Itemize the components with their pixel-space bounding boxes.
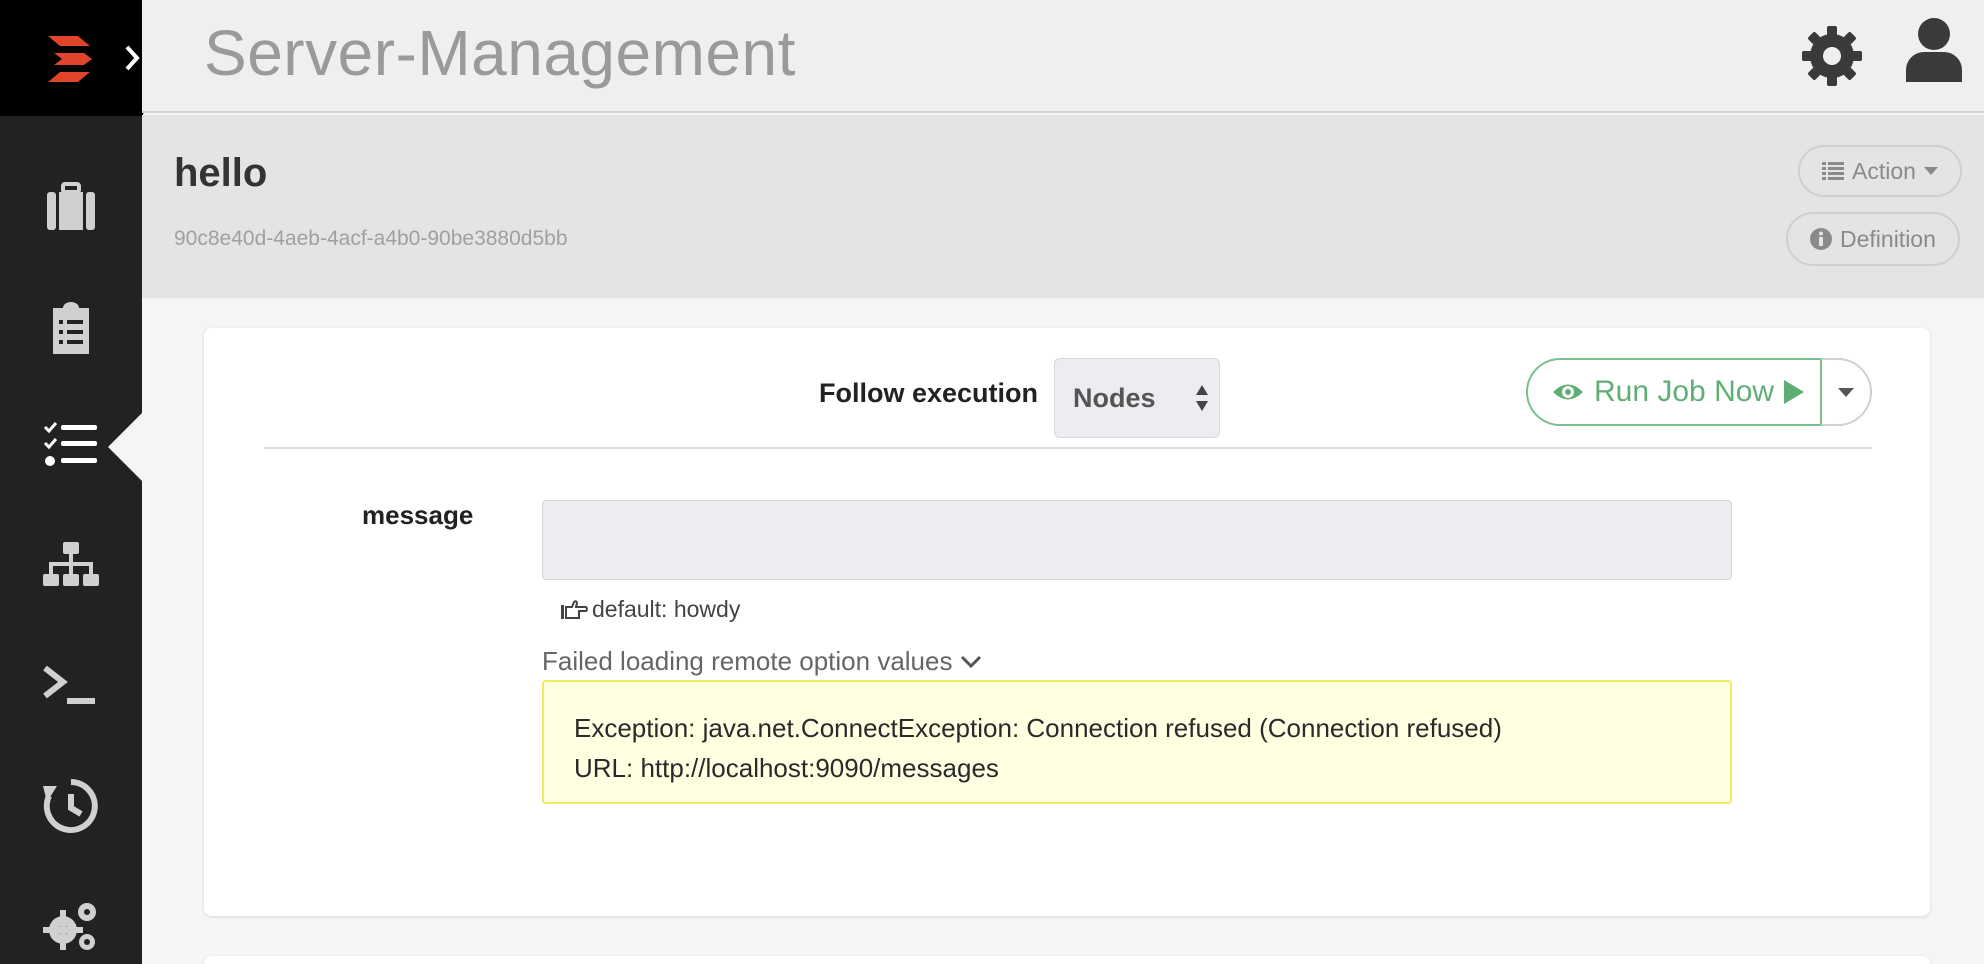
definition-label: Definition [1840,225,1936,252]
option-default-hint[interactable]: default: howdy [560,596,740,623]
run-job-label: Run Job Now [1594,375,1775,408]
error-url: URL: http://localhost:9090/messages [574,753,999,783]
remote-error-toggle-label: Failed loading remote option values [542,646,953,676]
chevron-right-icon[interactable] [122,44,144,72]
info-icon [1810,228,1832,250]
user-icon[interactable] [1902,16,1966,84]
error-exception: Exception: java.net.ConnectException: Co… [574,713,1502,743]
action-button[interactable]: Action [1798,145,1962,197]
briefcase-icon [47,182,95,230]
terminal-icon [43,665,95,704]
divider [264,447,1872,449]
sidebar-item-nodes[interactable] [0,518,142,618]
job-name: hello [174,151,268,195]
follow-mode-select[interactable]: Nodes [1054,358,1220,438]
sidebar-item-activity[interactable] [0,278,142,378]
option-default-text: default: howdy [592,596,741,622]
sidebar-item-jobs-overview[interactable] [0,158,142,258]
option-label: message [362,500,474,530]
top-header: Server-Management [142,0,1984,113]
gear-icon[interactable] [1800,24,1864,88]
definition-button[interactable]: Definition [1786,212,1960,266]
remote-error-toggle[interactable]: Failed loading remote option values [542,646,982,677]
clipboard-icon [53,302,89,354]
message-input[interactable] [542,500,1732,580]
job-uuid: 90c8e40d-4aeb-4acf-a4b0-90be3880d5bb [174,227,568,250]
eye-icon [1553,384,1583,400]
run-job-now-button[interactable]: Run Job Now [1526,358,1822,426]
job-header: hello 90c8e40d-4aeb-4acf-a4b0-90be3880d5… [142,115,1984,298]
action-label: Action [1852,157,1916,184]
gears-icon [43,903,96,950]
select-arrows-icon [1196,385,1208,411]
sidebar-item-jobs[interactable] [0,397,142,497]
follow-mode-value: Nodes [1073,382,1156,413]
play-icon [1784,380,1805,404]
run-job-card: Follow execution Nodes Run Job Now messa… [204,328,1930,916]
sidebar-item-settings[interactable] [0,876,142,964]
rundeck-logo-icon [48,36,92,82]
hand-pointer-icon [561,599,588,619]
task-list-icon [43,422,97,466]
active-indicator [108,413,142,481]
caret-down-icon [1923,167,1938,175]
sidebar-item-history[interactable] [0,756,142,856]
caret-down-icon [1838,387,1854,397]
chevron-down-icon [961,655,982,668]
project-title[interactable]: Server-Management [204,16,796,90]
history-icon [43,779,98,833]
next-card [204,956,1930,964]
remote-error-box: Exception: java.net.ConnectException: Co… [542,680,1732,804]
run-options-dropdown[interactable] [1820,358,1872,426]
list-icon [1822,162,1844,180]
sidebar-item-commands[interactable] [0,638,142,738]
follow-execution-label: Follow execution [819,378,1039,408]
sidebar [0,0,176,964]
sitemap-icon [43,542,99,586]
logo-box[interactable] [0,0,142,116]
app-root: Server-Management hello 90c8e40d-4aeb-4a… [0,0,1984,964]
